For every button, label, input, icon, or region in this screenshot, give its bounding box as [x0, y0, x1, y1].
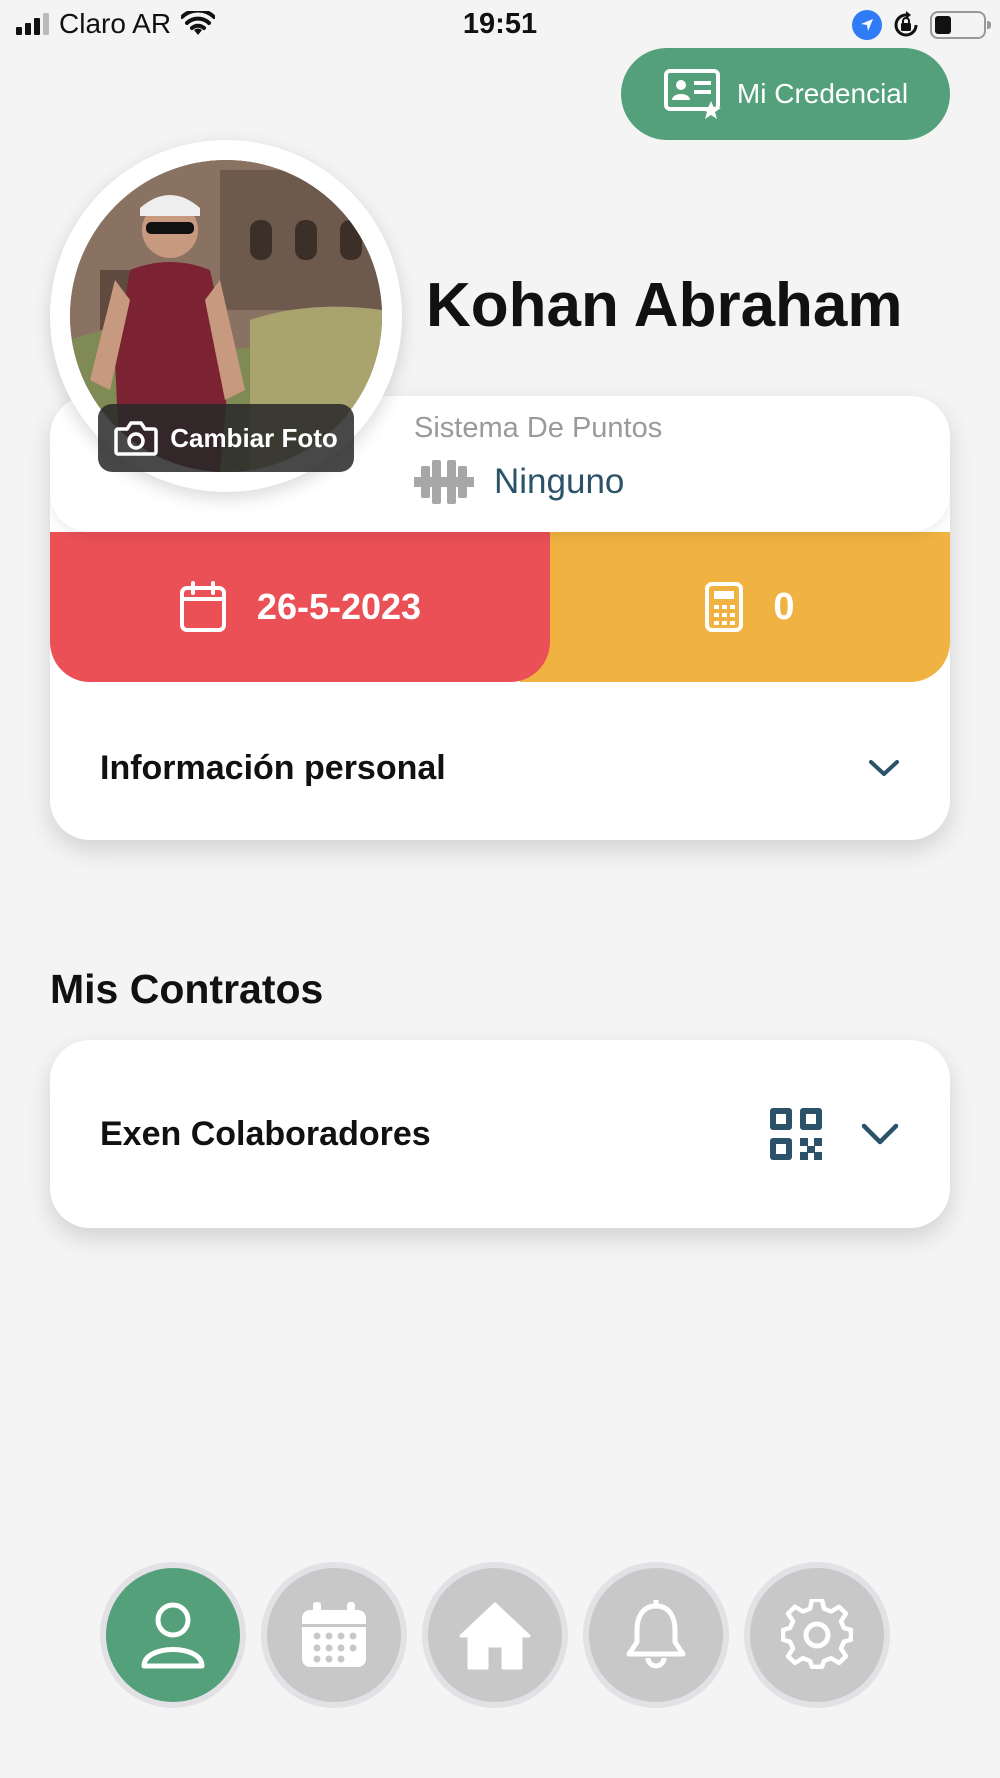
contract-item[interactable]: Exen Colaboradores: [50, 1040, 950, 1228]
contracts-title: Mis Contratos: [50, 966, 324, 1012]
battery-icon: [930, 11, 991, 39]
dumbbell-icon: [414, 460, 474, 504]
chevron-down-icon: [869, 760, 899, 776]
qr-code-icon[interactable]: [768, 1106, 824, 1162]
status-time: 19:51: [462, 8, 538, 40]
user-icon: [141, 1602, 205, 1669]
credential-button-label: Mi Credencial: [736, 78, 909, 109]
date-value: 26-5-2023: [256, 586, 422, 627]
count-value: 0: [773, 585, 795, 628]
camera-icon: [114, 421, 158, 456]
change-photo-button[interactable]: Cambiar Foto: [98, 404, 354, 472]
nav-notifications-button[interactable]: [583, 1562, 729, 1708]
bottom-nav: [100, 1562, 890, 1708]
change-photo-label: Cambiar Foto: [170, 422, 338, 453]
gear-icon: [781, 1599, 853, 1670]
nav-settings-button[interactable]: [744, 1562, 890, 1708]
credential-button[interactable]: Mi Credencial: [621, 48, 950, 140]
personal-info-label: Información personal: [100, 748, 446, 787]
id-card-icon: [663, 69, 721, 119]
nav-profile-button[interactable]: [100, 1562, 246, 1708]
points-label: Sistema De Puntos: [414, 412, 663, 444]
home-icon: [459, 1602, 531, 1670]
calendar-icon: [302, 1602, 366, 1667]
calculator-icon: [705, 582, 744, 632]
user-name: Kohan Abraham: [426, 271, 903, 340]
contract-name: Exen Colaboradores: [100, 1114, 431, 1153]
count-stat: 0: [520, 532, 950, 682]
location-icon: [852, 10, 882, 40]
points-value: Ninguno: [494, 462, 625, 501]
date-stat: 26-5-2023: [50, 532, 550, 682]
nav-home-button[interactable]: [422, 1562, 568, 1708]
rotation-lock-icon: [894, 11, 918, 37]
status-bar: Claro AR 19:51: [0, 0, 1000, 50]
nav-calendar-button[interactable]: [261, 1562, 407, 1708]
personal-info-toggle[interactable]: Información personal: [50, 696, 950, 840]
chevron-down-icon[interactable]: [860, 1122, 900, 1146]
bell-icon: [626, 1600, 686, 1669]
calendar-icon: [179, 581, 226, 632]
